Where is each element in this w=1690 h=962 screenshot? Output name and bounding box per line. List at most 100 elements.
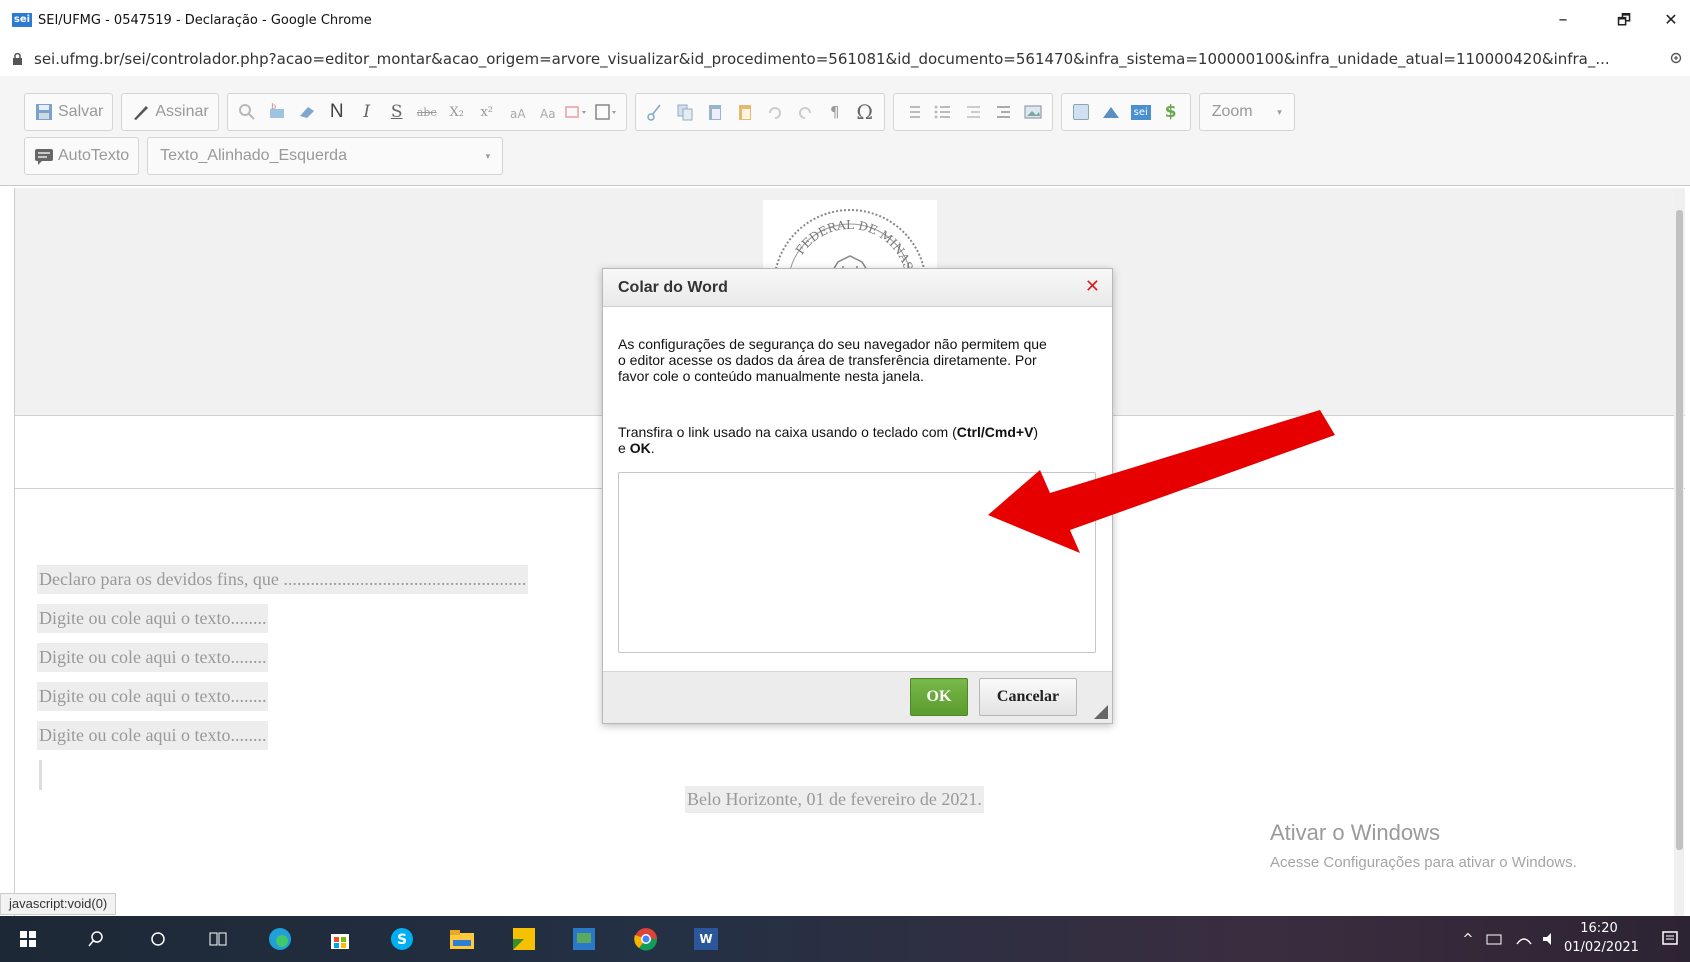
task-view-icon[interactable] <box>202 923 234 955</box>
format-group: b N I S abc X₂ x² aA Aa <box>226 93 627 131</box>
file-explorer-icon[interactable] <box>446 923 478 955</box>
lowercase-icon[interactable]: Aa <box>532 97 562 127</box>
skype-icon[interactable]: S <box>386 923 418 955</box>
superscript-button[interactable]: x² <box>472 97 502 127</box>
autotext-button[interactable]: AutoTexto <box>29 141 134 171</box>
instruction-ok: OK <box>629 440 651 456</box>
bold-button[interactable]: N <box>322 97 352 127</box>
save-button[interactable]: Salvar <box>29 97 108 127</box>
image-icon[interactable] <box>1018 97 1048 127</box>
sign-group: Assinar <box>121 93 219 131</box>
strikethrough-button[interactable]: abc <box>412 97 442 127</box>
placeholder-line[interactable]: Digite ou cole aqui o texto........ <box>37 682 269 711</box>
sei-favicon-icon: sei <box>12 13 32 27</box>
lock-icon <box>13 53 22 65</box>
style-dropdown-icon[interactable] <box>592 97 622 127</box>
search-icon[interactable] <box>80 923 112 955</box>
dialog-close-icon[interactable]: ✕ <box>1085 276 1100 297</box>
editor-scrollbar[interactable] <box>1674 188 1684 916</box>
cortana-icon[interactable] <box>142 923 174 955</box>
edge-icon[interactable] <box>264 923 296 955</box>
minimize-button[interactable]: – <box>1548 8 1578 32</box>
dialog-titlebar[interactable]: Colar do Word ✕ <box>603 269 1112 307</box>
dollar-button[interactable]: $ <box>1156 97 1186 127</box>
instruction-prefix: Transfira o link usado na caixa usando o… <box>618 424 957 440</box>
style-select-value: Texto_Alinhado_Esquerda <box>160 147 347 164</box>
editor-toolbar: Salvar Assinar b N I S abc X₂ x² aA Aa ¶… <box>0 76 1690 186</box>
placeholder-line[interactable]: Digite ou cole aqui o texto........ <box>37 721 269 750</box>
windows-taskbar: S W ^ 16:20 01/02/2021 <box>0 916 1690 962</box>
pen-icon <box>134 106 149 120</box>
svg-text:S: S <box>397 932 407 948</box>
ok-button[interactable]: OK <box>910 678 968 716</box>
insert-group: sei $ <box>1060 93 1191 131</box>
address-bar[interactable]: sei.ufmg.br/sei/controlador.php?acao=edi… <box>0 44 1690 74</box>
copy-icon[interactable] <box>670 97 700 127</box>
toolbar-row-1: Salvar Assinar b N I S abc X₂ x² aA Aa ¶… <box>24 91 1295 133</box>
notifications-icon[interactable] <box>1654 923 1686 955</box>
undo-icon[interactable] <box>760 97 790 127</box>
find-icon[interactable] <box>232 97 262 127</box>
app-icon[interactable] <box>568 923 600 955</box>
zoom-indicator-icon[interactable] <box>1670 52 1684 66</box>
cut-icon[interactable] <box>640 97 670 127</box>
dialog-title: Colar do Word <box>618 279 728 296</box>
numbered-list-icon[interactable] <box>898 97 928 127</box>
word-icon[interactable]: W <box>690 923 722 955</box>
table-dropdown-icon[interactable] <box>562 97 592 127</box>
network-icon[interactable] <box>1478 923 1510 955</box>
outdent-icon[interactable] <box>958 97 988 127</box>
store-icon[interactable] <box>324 923 356 955</box>
bulleted-list-icon[interactable] <box>928 97 958 127</box>
chevron-down-icon: ▾ <box>1277 106 1282 117</box>
resize-grip-icon[interactable] <box>1094 705 1108 719</box>
replace-icon[interactable]: b <box>262 97 292 127</box>
closing-line[interactable]: Belo Horizonte, 01 de fevereiro de 2021. <box>685 786 984 813</box>
pilcrow-button[interactable]: ¶ <box>820 97 850 127</box>
reference-icon[interactable] <box>1096 97 1126 127</box>
form-icon[interactable] <box>1066 97 1096 127</box>
style-select[interactable]: Texto_Alinhado_Esquerda ▾ <box>147 137 504 175</box>
declaration-paragraph[interactable]: Declaro para os devidos fins, que ......… <box>37 565 529 594</box>
subscript-button[interactable]: X₂ <box>442 97 472 127</box>
sei-badge-icon: sei <box>1130 104 1151 120</box>
volume-icon[interactable] <box>1534 923 1566 955</box>
redo-icon[interactable] <box>790 97 820 127</box>
clipboard-group: ¶ Ω <box>634 93 885 131</box>
placeholder-line[interactable]: Digite ou cole aqui o texto........ <box>37 643 269 672</box>
special-char-button[interactable]: Ω <box>850 97 880 127</box>
sign-button[interactable]: Assinar <box>126 97 213 127</box>
toolbar-row-2: AutoTexto Texto_Alinhado_Esquerda ▾ <box>24 135 504 177</box>
save-label: Salvar <box>58 103 104 120</box>
uppercase-icon[interactable]: aA <box>502 97 532 127</box>
cancel-button[interactable]: Cancelar <box>979 678 1077 716</box>
sticky-notes-icon[interactable] <box>508 923 540 955</box>
autotext-group: AutoTexto <box>24 137 140 175</box>
zoom-dropdown[interactable]: Zoom ▾ <box>1198 93 1295 131</box>
scrollbar-thumb[interactable] <box>1676 210 1683 850</box>
italic-button[interactable]: I <box>352 97 382 127</box>
placeholder-line[interactable]: Digite ou cole aqui o texto........ <box>37 604 269 633</box>
browser-titlebar: sei SEI/UFMG - 0547519 - Declaração - Go… <box>0 0 1690 44</box>
clock-time[interactable]: 16:20 <box>1564 921 1634 936</box>
eraser-icon[interactable] <box>292 97 322 127</box>
link-status-tooltip: javascript:void(0) <box>0 893 117 915</box>
clock-date[interactable]: 01/02/2021 <box>1564 940 1639 955</box>
floppy-disk-icon <box>36 104 52 120</box>
windows-start-icon[interactable] <box>12 923 44 955</box>
close-window-button[interactable]: ✕ <box>1656 8 1686 32</box>
svg-text:Aa: Aa <box>540 107 556 120</box>
indent-icon[interactable] <box>988 97 1018 127</box>
restore-button[interactable]: 🗗 <box>1609 8 1639 32</box>
svg-text:aA: aA <box>510 107 526 120</box>
paste-word-icon[interactable] <box>730 97 760 127</box>
save-group: Salvar <box>24 93 114 131</box>
word-app-label: W <box>694 928 718 950</box>
chrome-icon[interactable] <box>630 923 662 955</box>
sign-label: Assinar <box>155 103 209 120</box>
dialog-message: As configurações de segurança do seu nav… <box>618 336 1047 384</box>
sei-link-button[interactable]: sei <box>1126 97 1156 127</box>
underline-button[interactable]: S <box>382 97 412 127</box>
paste-icon[interactable] <box>700 97 730 127</box>
url-text[interactable]: sei.ufmg.br/sei/controlador.php?acao=edi… <box>34 50 1610 68</box>
